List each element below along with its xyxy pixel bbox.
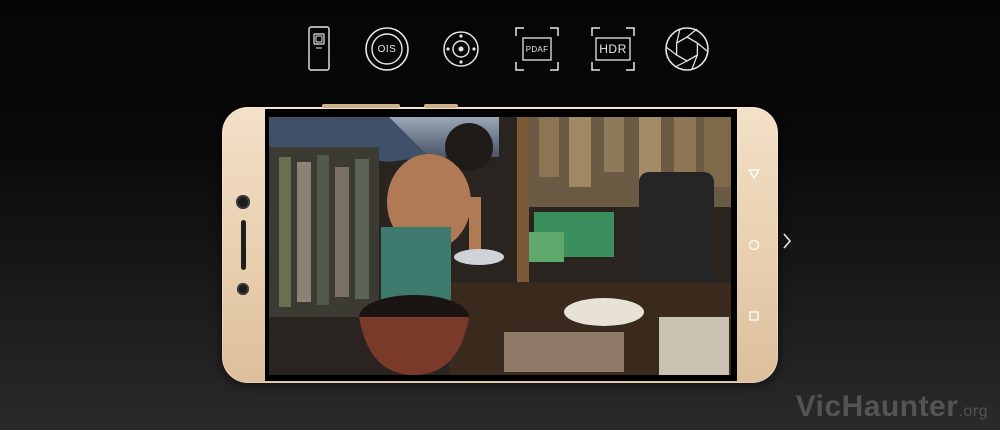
watermark-main: VicHaunter bbox=[795, 390, 959, 423]
ois-icon: OIS bbox=[364, 26, 410, 72]
market-scene bbox=[269, 117, 731, 375]
home-circle-icon[interactable] bbox=[747, 238, 761, 252]
hdr-label: HDR bbox=[599, 42, 627, 56]
phone-screen bbox=[265, 109, 737, 381]
earpiece-speaker bbox=[241, 220, 246, 270]
watermark-suffix: .org bbox=[958, 403, 988, 420]
recent-square-icon[interactable] bbox=[747, 309, 761, 323]
hdr-icon: HDR bbox=[590, 26, 636, 72]
pdaf-label: PDAF bbox=[525, 44, 549, 54]
ois-label: OIS bbox=[377, 43, 397, 55]
front-camera bbox=[236, 195, 250, 209]
aperture-icon bbox=[664, 26, 710, 72]
chevron-right-icon[interactable] bbox=[780, 230, 794, 252]
proximity-sensor bbox=[237, 283, 249, 295]
market-photo bbox=[269, 117, 731, 375]
focus-ring-icon bbox=[438, 26, 484, 72]
phone-outline-icon bbox=[296, 26, 342, 72]
back-triangle-icon[interactable] bbox=[747, 167, 761, 181]
phone-device bbox=[222, 104, 778, 383]
watermark: VicHaunter.org bbox=[796, 390, 988, 424]
pdaf-icon: PDAF bbox=[514, 26, 560, 72]
volume-button bbox=[322, 104, 400, 108]
camera-features-row: OIS PDAF HDR bbox=[296, 26, 710, 72]
power-button bbox=[424, 104, 458, 108]
